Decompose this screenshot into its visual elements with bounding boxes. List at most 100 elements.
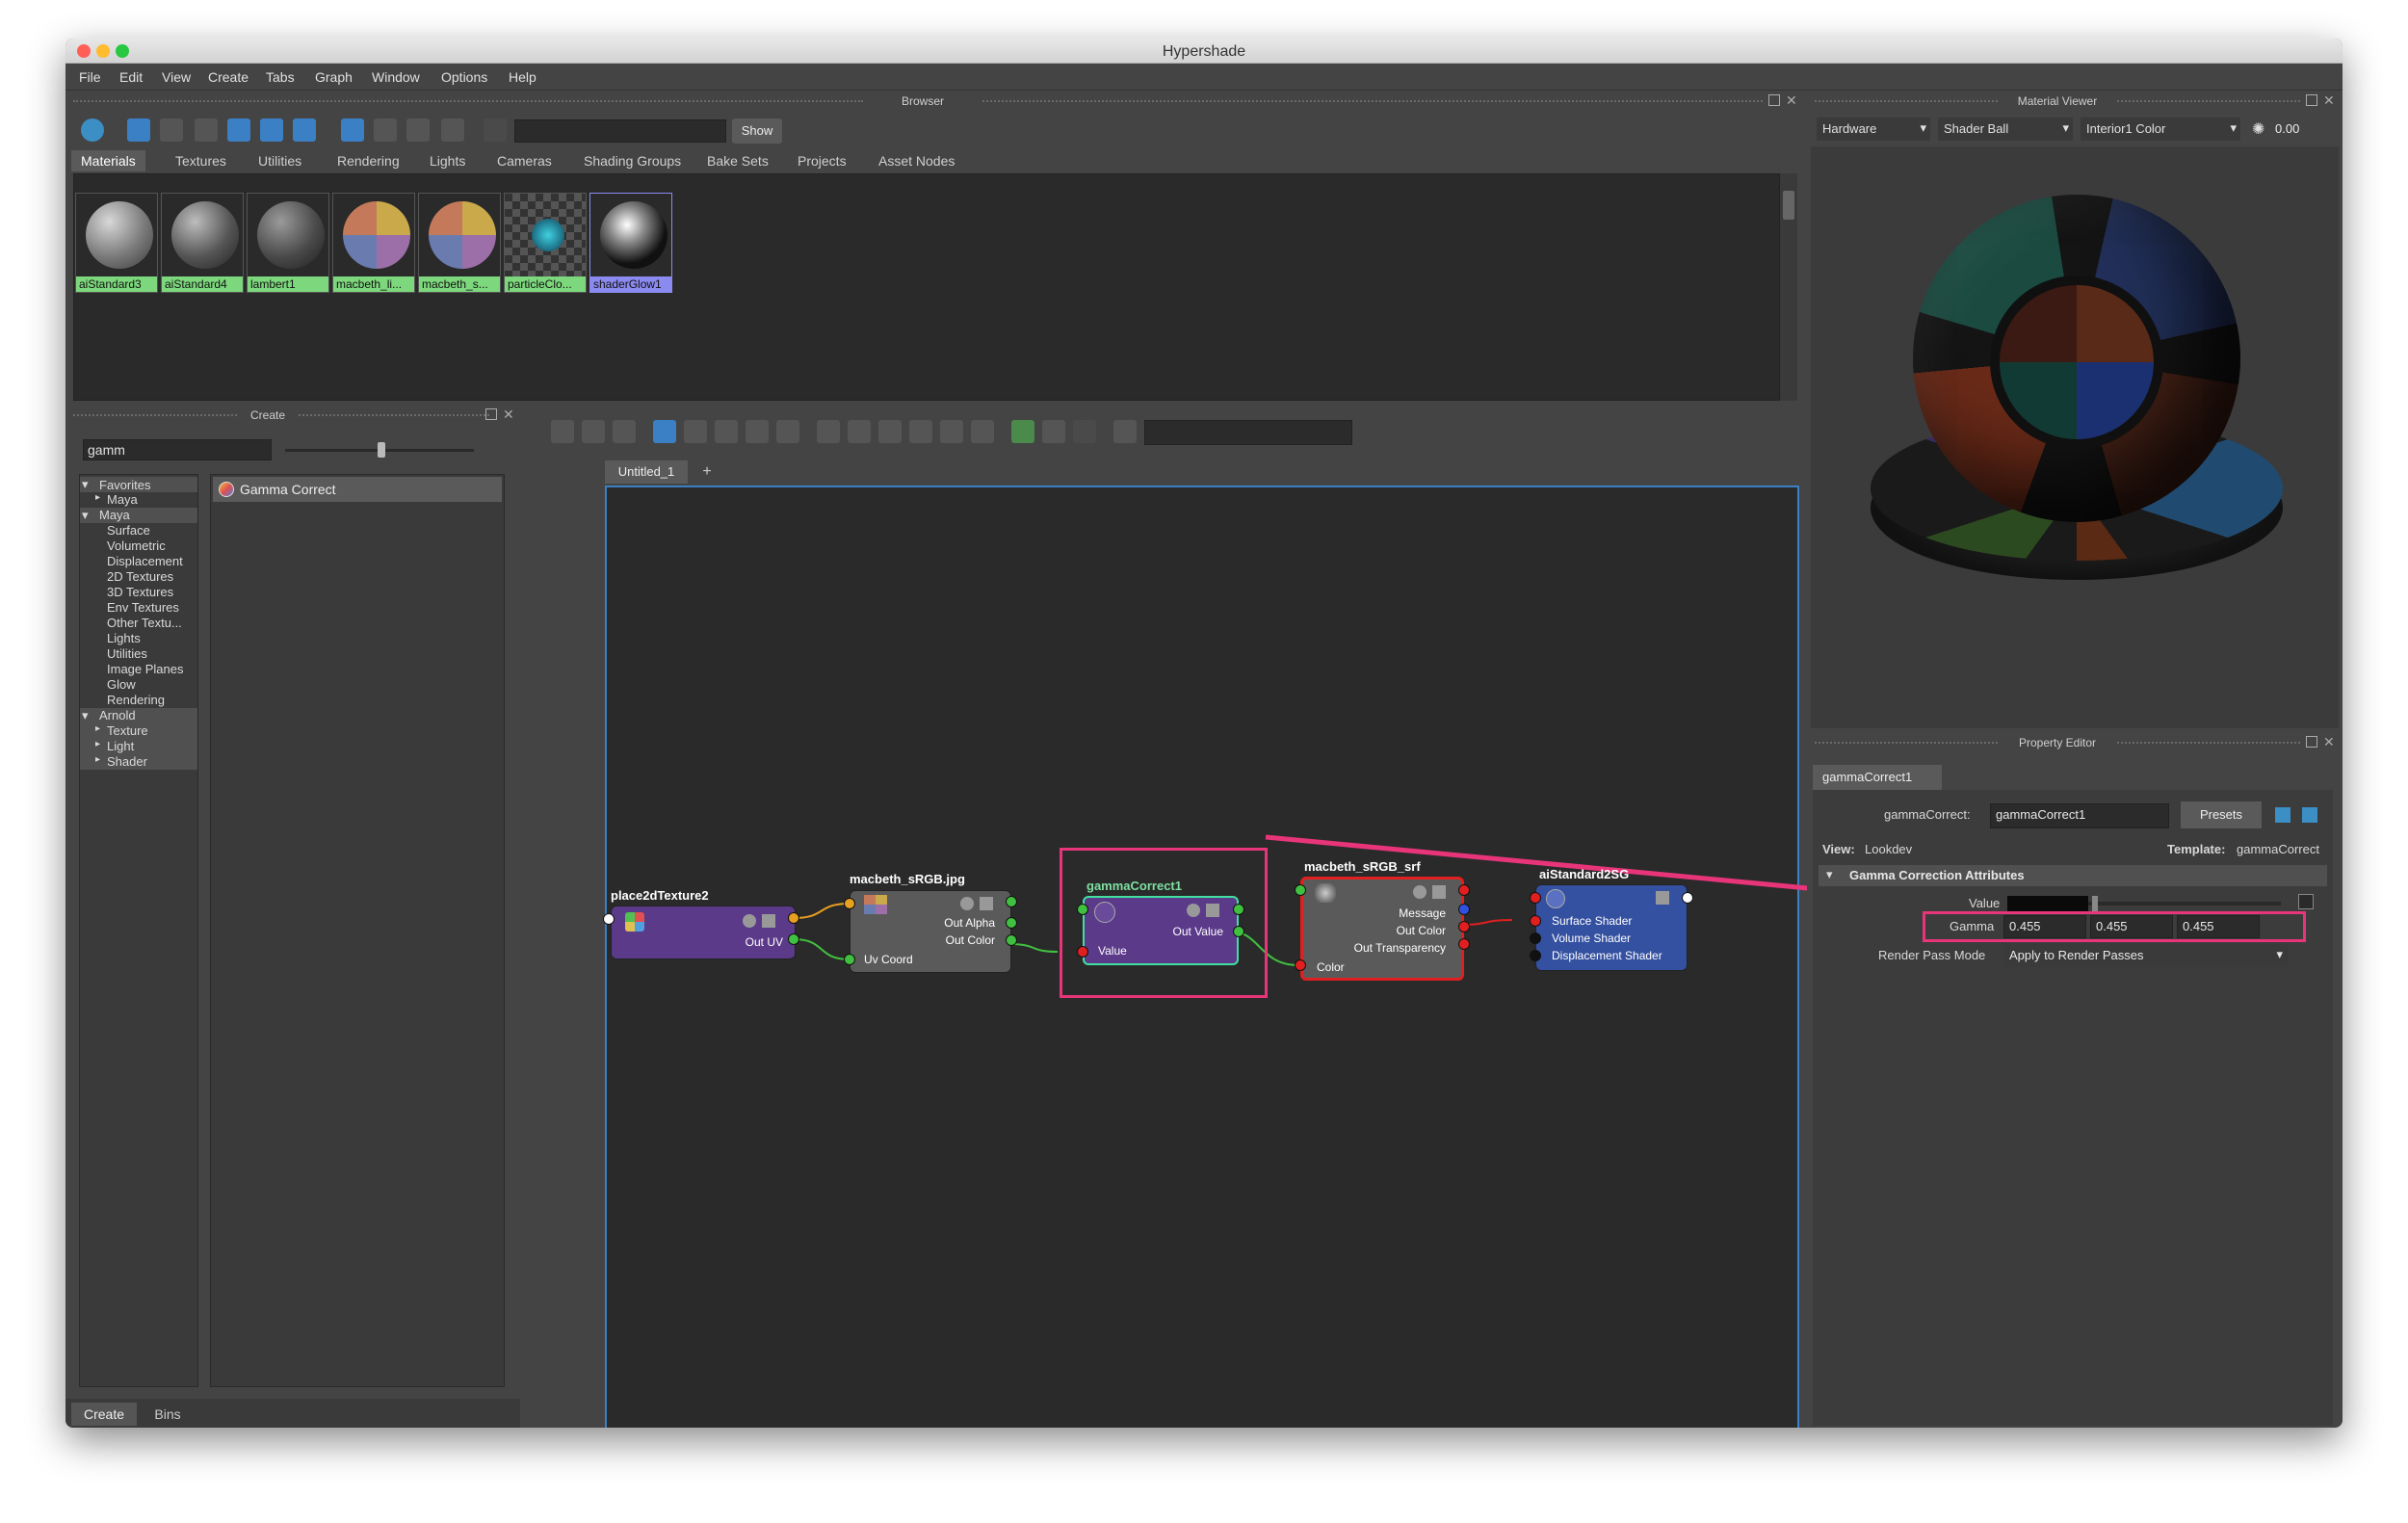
tab-bake-sets[interactable]: Bake Sets (697, 150, 778, 171)
browser-scrollbar[interactable] (1780, 173, 1797, 401)
tree-item-displacement[interactable]: Displacement (107, 554, 183, 568)
search-icon[interactable] (940, 420, 963, 443)
tree-item-2d-textures[interactable]: 2D Textures (107, 569, 173, 584)
material-swatch[interactable]: macbeth_s... (418, 193, 501, 293)
full-mode-icon[interactable] (878, 420, 902, 443)
tree-item-shader[interactable]: Shader (107, 754, 147, 769)
value-color-swatch[interactable] (2007, 896, 2088, 911)
node-options-icon[interactable] (1187, 904, 1200, 917)
rearrange-graph-icon[interactable] (776, 420, 799, 443)
float-panel-icon[interactable] (485, 408, 497, 420)
tree-item-volumetric[interactable]: Volumetric (107, 538, 166, 553)
port-uv-coord[interactable] (844, 954, 855, 965)
toggle-on-icon[interactable] (81, 118, 104, 142)
port-color[interactable] (1295, 959, 1306, 971)
custom-mode-icon[interactable] (909, 420, 932, 443)
tab-textures[interactable]: Textures (166, 150, 236, 171)
frame-icon[interactable] (971, 420, 994, 443)
node-gamma-correct[interactable]: Out Value Value (1083, 896, 1239, 965)
tree-item-arnold[interactable]: Arnold (99, 708, 136, 722)
panel-grip[interactable] (299, 414, 489, 416)
tree-item-maya-fav[interactable]: Maya (107, 492, 138, 507)
large-icon[interactable] (260, 118, 283, 142)
menu-options[interactable]: Options (441, 69, 487, 85)
expand-down-icon[interactable]: ▾ (82, 477, 89, 492)
port-volume-shader[interactable] (1530, 932, 1541, 944)
expand-right-icon[interactable]: ▸ (95, 492, 100, 503)
gamma-x-field[interactable]: 0.455 (2003, 915, 2086, 938)
tab-materials[interactable]: Materials (71, 150, 145, 171)
list-icon[interactable] (160, 118, 183, 142)
gamma-y-field[interactable]: 0.455 (2090, 915, 2173, 938)
close-panel-icon[interactable]: ✕ (1786, 92, 1797, 109)
node-list-icon[interactable] (1656, 891, 1669, 905)
node-list-icon[interactable] (1432, 885, 1446, 899)
panel-grip[interactable] (73, 100, 863, 102)
port-input[interactable] (1295, 884, 1306, 896)
port-output[interactable] (1233, 904, 1244, 915)
map-button-icon[interactable] (2298, 894, 2314, 909)
float-panel-icon[interactable] (1768, 94, 1780, 106)
tab-create[interactable]: Create (71, 1403, 137, 1426)
port-output[interactable] (1458, 884, 1470, 896)
port-out-uv[interactable] (788, 912, 799, 924)
input-output-icon[interactable] (582, 420, 605, 443)
node-name-field[interactable]: gammaCorrect1 (1990, 803, 2169, 828)
node-list-icon[interactable] (980, 897, 993, 910)
lock-icon[interactable] (484, 118, 507, 142)
renderer-dropdown[interactable]: Hardware ▾ (1817, 118, 1930, 141)
input-connections-icon[interactable] (551, 420, 574, 443)
menu-edit[interactable]: Edit (119, 69, 143, 85)
material-swatch[interactable]: aiStandard4 (161, 193, 244, 293)
float-panel-icon[interactable] (2306, 94, 2317, 106)
tree-item-env-textures[interactable]: Env Textures (107, 600, 179, 615)
tab-lights[interactable]: Lights (420, 150, 475, 171)
material-render-view[interactable] (1811, 146, 2339, 728)
tree-item-utilities[interactable]: Utilities (107, 646, 147, 661)
node-list-icon[interactable] (1206, 904, 1219, 917)
node-search-input[interactable] (1144, 420, 1352, 445)
panel-grip[interactable] (2117, 100, 2300, 102)
menu-create[interactable]: Create (208, 69, 249, 85)
material-swatch[interactable]: lambert1 (247, 193, 329, 293)
simple-mode-icon[interactable] (817, 420, 840, 443)
tab-shading-groups[interactable]: Shading Groups (574, 150, 691, 171)
grid-icon[interactable] (1011, 420, 1034, 443)
expand-down-icon[interactable]: ▾ (82, 508, 89, 523)
float-panel-icon[interactable] (2306, 736, 2317, 748)
panel-grip[interactable] (982, 100, 1763, 102)
node-options-icon[interactable] (960, 897, 974, 910)
material-swatch[interactable]: aiStandard3 (75, 193, 158, 293)
tree-item-glow[interactable]: Glow (107, 677, 136, 692)
node-file-texture[interactable]: Out Alpha Out Color Uv Coord (850, 890, 1011, 973)
tab-rendering[interactable]: Rendering (327, 150, 409, 171)
small-icon[interactable] (195, 118, 218, 142)
gamma-z-field[interactable]: 0.455 (2177, 915, 2260, 938)
show-hide-icon[interactable] (2275, 807, 2290, 823)
close-panel-icon[interactable]: ✕ (2323, 734, 2335, 750)
close-panel-icon[interactable]: ✕ (503, 407, 514, 423)
port-out-color[interactable] (1458, 921, 1470, 932)
exposure-icon[interactable]: ✺ (2252, 119, 2264, 139)
tree-item-maya[interactable]: Maya (99, 508, 130, 522)
node-place2dtexture[interactable]: Out UV (611, 906, 796, 959)
port-value[interactable] (1077, 946, 1088, 958)
tab-asset-nodes[interactable]: Asset Nodes (869, 150, 964, 171)
menu-help[interactable]: Help (509, 69, 537, 85)
port-input[interactable] (603, 913, 615, 925)
port-out-uv-child[interactable] (788, 933, 799, 945)
add-selected-icon[interactable] (684, 420, 707, 443)
tab-utilities[interactable]: Utilities (249, 150, 311, 171)
expand-right-icon[interactable]: ▸ (95, 739, 100, 749)
port-surface-shader[interactable] (1530, 915, 1541, 927)
tree-item-image-planes[interactable]: Image Planes (107, 662, 184, 676)
exposure-value[interactable]: 0.00 (2275, 121, 2299, 136)
tree-item-rendering[interactable]: Rendering (107, 693, 165, 707)
tree-item-3d-textures[interactable]: 3D Textures (107, 585, 173, 599)
port-input[interactable] (1530, 892, 1541, 904)
tree-item-texture[interactable]: Texture (107, 723, 148, 738)
clear-graph-icon[interactable] (746, 420, 769, 443)
panel-grip[interactable] (2117, 742, 2300, 744)
menu-file[interactable]: File (79, 69, 101, 85)
menu-view[interactable]: View (162, 69, 191, 85)
